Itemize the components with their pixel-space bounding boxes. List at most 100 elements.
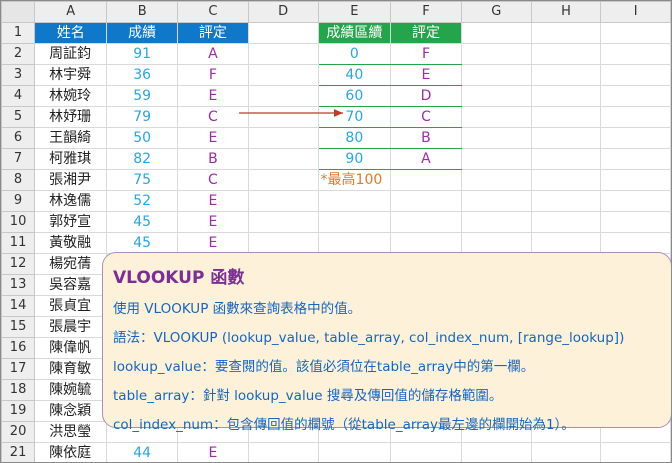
cell[interactable] [600,85,671,107]
row-header[interactable]: 3 [1,64,36,86]
cell[interactable] [390,190,462,212]
student-name-cell[interactable]: 林宇舜 [34,64,108,86]
lookup-header-grade[interactable]: 評定 [390,22,462,44]
row-header[interactable]: 9 [1,190,36,212]
row-header[interactable]: 8 [1,169,36,191]
cell[interactable] [530,169,602,191]
cell[interactable] [460,232,532,254]
lookup-score-cell[interactable]: 80 [317,127,392,149]
cell[interactable] [460,85,532,107]
row-header[interactable]: 17 [1,358,36,380]
row-header[interactable]: 2 [1,43,36,65]
column-header-i[interactable]: I [600,1,671,23]
student-score-cell[interactable]: 45 [106,211,179,233]
row-header[interactable]: 13 [1,274,36,296]
row-header[interactable]: 6 [1,127,36,149]
student-score-cell[interactable]: 50 [106,127,179,149]
student-name-cell[interactable]: 林逸儒 [34,190,108,212]
lookup-grade-cell[interactable]: B [390,127,462,149]
cell[interactable] [530,85,602,107]
row-header[interactable]: 19 [1,400,36,422]
student-score-cell[interactable]: 79 [106,106,179,128]
lookup-score-cell[interactable]: 60 [317,85,392,107]
row-header[interactable]: 20 [1,421,36,443]
cell[interactable] [247,148,319,170]
lookup-score-cell[interactable]: 90 [317,148,392,170]
lookup-note[interactable]: *最高100 [317,169,392,191]
lookup-header-score[interactable]: 成績區續 [317,22,392,44]
student-name-cell[interactable]: 張貞宜 [34,295,108,317]
student-name-cell[interactable]: 陳念穎 [34,400,108,422]
cell[interactable] [317,190,392,212]
student-name-cell[interactable]: 楊宛蒨 [34,253,108,275]
cell[interactable] [600,169,671,191]
student-name-cell[interactable]: 張湘尹 [34,169,108,191]
row-header[interactable]: 7 [1,148,36,170]
lookup-score-cell[interactable]: 70 [317,106,392,128]
student-name-cell[interactable]: 王韻綺 [34,127,108,149]
cell[interactable] [460,442,532,462]
cell[interactable] [247,85,319,107]
student-grade-cell[interactable]: E [177,127,249,149]
column-header-h[interactable]: H [530,1,602,23]
student-name-cell[interactable]: 林妤珊 [34,106,108,128]
cell[interactable] [247,211,319,233]
student-name-cell[interactable]: 張晨宇 [34,316,108,338]
student-grade-cell[interactable]: A [177,43,249,65]
student-grade-cell[interactable]: F [177,64,249,86]
cell[interactable] [600,43,671,65]
column-header-e[interactable]: E [317,1,392,23]
row-header[interactable]: 14 [1,295,36,317]
cell[interactable] [317,442,392,462]
student-name-cell[interactable]: 陳依庭 [34,442,108,462]
student-score-cell[interactable]: 36 [106,64,179,86]
student-grade-cell[interactable]: E [177,190,249,212]
cell[interactable] [530,127,602,149]
student-name-cell[interactable]: 黃敬融 [34,232,108,254]
cell[interactable] [600,190,671,212]
cell[interactable] [247,190,319,212]
cell[interactable] [530,43,602,65]
cell[interactable] [247,127,319,149]
student-name-cell[interactable]: 陳婉毓 [34,379,108,401]
cell[interactable] [460,64,532,86]
lookup-grade-cell[interactable]: E [390,64,462,86]
cell[interactable] [247,442,319,462]
cell[interactable] [600,211,671,233]
student-score-cell[interactable]: 59 [106,85,179,107]
student-header-name[interactable]: 姓名 [34,22,108,44]
student-score-cell[interactable]: 45 [106,232,179,254]
cell[interactable] [460,148,532,170]
student-header-score[interactable]: 成績 [106,22,179,44]
column-header-f[interactable]: F [390,1,462,23]
cell[interactable] [530,442,602,462]
cell[interactable] [390,211,462,233]
cell[interactable] [317,211,392,233]
cell[interactable] [460,22,532,44]
student-name-cell[interactable]: 林婉玲 [34,85,108,107]
cell[interactable] [600,64,671,86]
row-header[interactable]: 12 [1,253,36,275]
student-score-cell[interactable]: 82 [106,148,179,170]
cell[interactable] [600,232,671,254]
lookup-grade-cell[interactable]: C [390,106,462,128]
cell[interactable] [530,232,602,254]
row-header[interactable]: 21 [1,442,36,462]
cell[interactable] [317,232,392,254]
student-name-cell[interactable]: 吳容嘉 [34,274,108,296]
row-header[interactable]: 4 [1,85,36,107]
lookup-grade-cell[interactable]: A [390,148,462,170]
cell[interactable] [247,232,319,254]
column-header-g[interactable]: G [460,1,532,23]
student-score-cell[interactable]: 44 [106,442,179,462]
cell[interactable] [247,169,319,191]
cell[interactable] [460,127,532,149]
cell[interactable] [460,43,532,65]
cell[interactable] [530,106,602,128]
cell[interactable] [600,442,671,462]
column-header-a[interactable]: A [34,1,108,23]
student-score-cell[interactable]: 91 [106,43,179,65]
column-header-d[interactable]: D [247,1,319,23]
row-header[interactable]: 18 [1,379,36,401]
cell[interactable] [247,64,319,86]
